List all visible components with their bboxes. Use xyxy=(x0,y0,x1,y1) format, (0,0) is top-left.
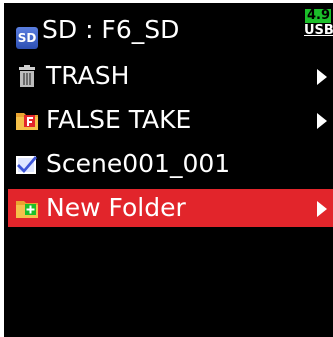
folder-item-label: Scene001_001 xyxy=(46,149,231,178)
chevron-right-icon xyxy=(317,201,327,217)
folder-item-label: FALSE TAKE xyxy=(46,105,192,134)
folder-item-label: New Folder xyxy=(46,193,186,222)
folder-item-scene[interactable]: Scene001_001 xyxy=(8,145,333,183)
checked-folder-icon xyxy=(16,156,37,174)
folder-item-false-take[interactable]: FALSE TAKE xyxy=(8,101,333,139)
sd-card-icon: SD xyxy=(16,27,38,49)
battery-indicator: 4.9 USB xyxy=(301,9,333,39)
power-source: USB xyxy=(304,23,333,38)
header: SD SD : F6_SD 4.9 USB xyxy=(4,3,333,53)
new-folder-icon xyxy=(16,201,38,218)
chevron-right-icon xyxy=(317,69,327,85)
folder-item-label: TRASH xyxy=(46,61,130,90)
screen: SD SD : F6_SD 4.9 USB TRASH FALSE TAKE S… xyxy=(4,3,333,337)
page-title: SD : F6_SD xyxy=(42,15,180,44)
false-take-folder-icon xyxy=(16,113,38,130)
trash-icon xyxy=(19,65,35,87)
battery-level: 4.9 xyxy=(305,9,331,23)
folder-item-trash[interactable]: TRASH xyxy=(8,57,333,95)
chevron-right-icon xyxy=(317,113,327,129)
folder-item-new-folder[interactable]: New Folder xyxy=(8,189,333,227)
